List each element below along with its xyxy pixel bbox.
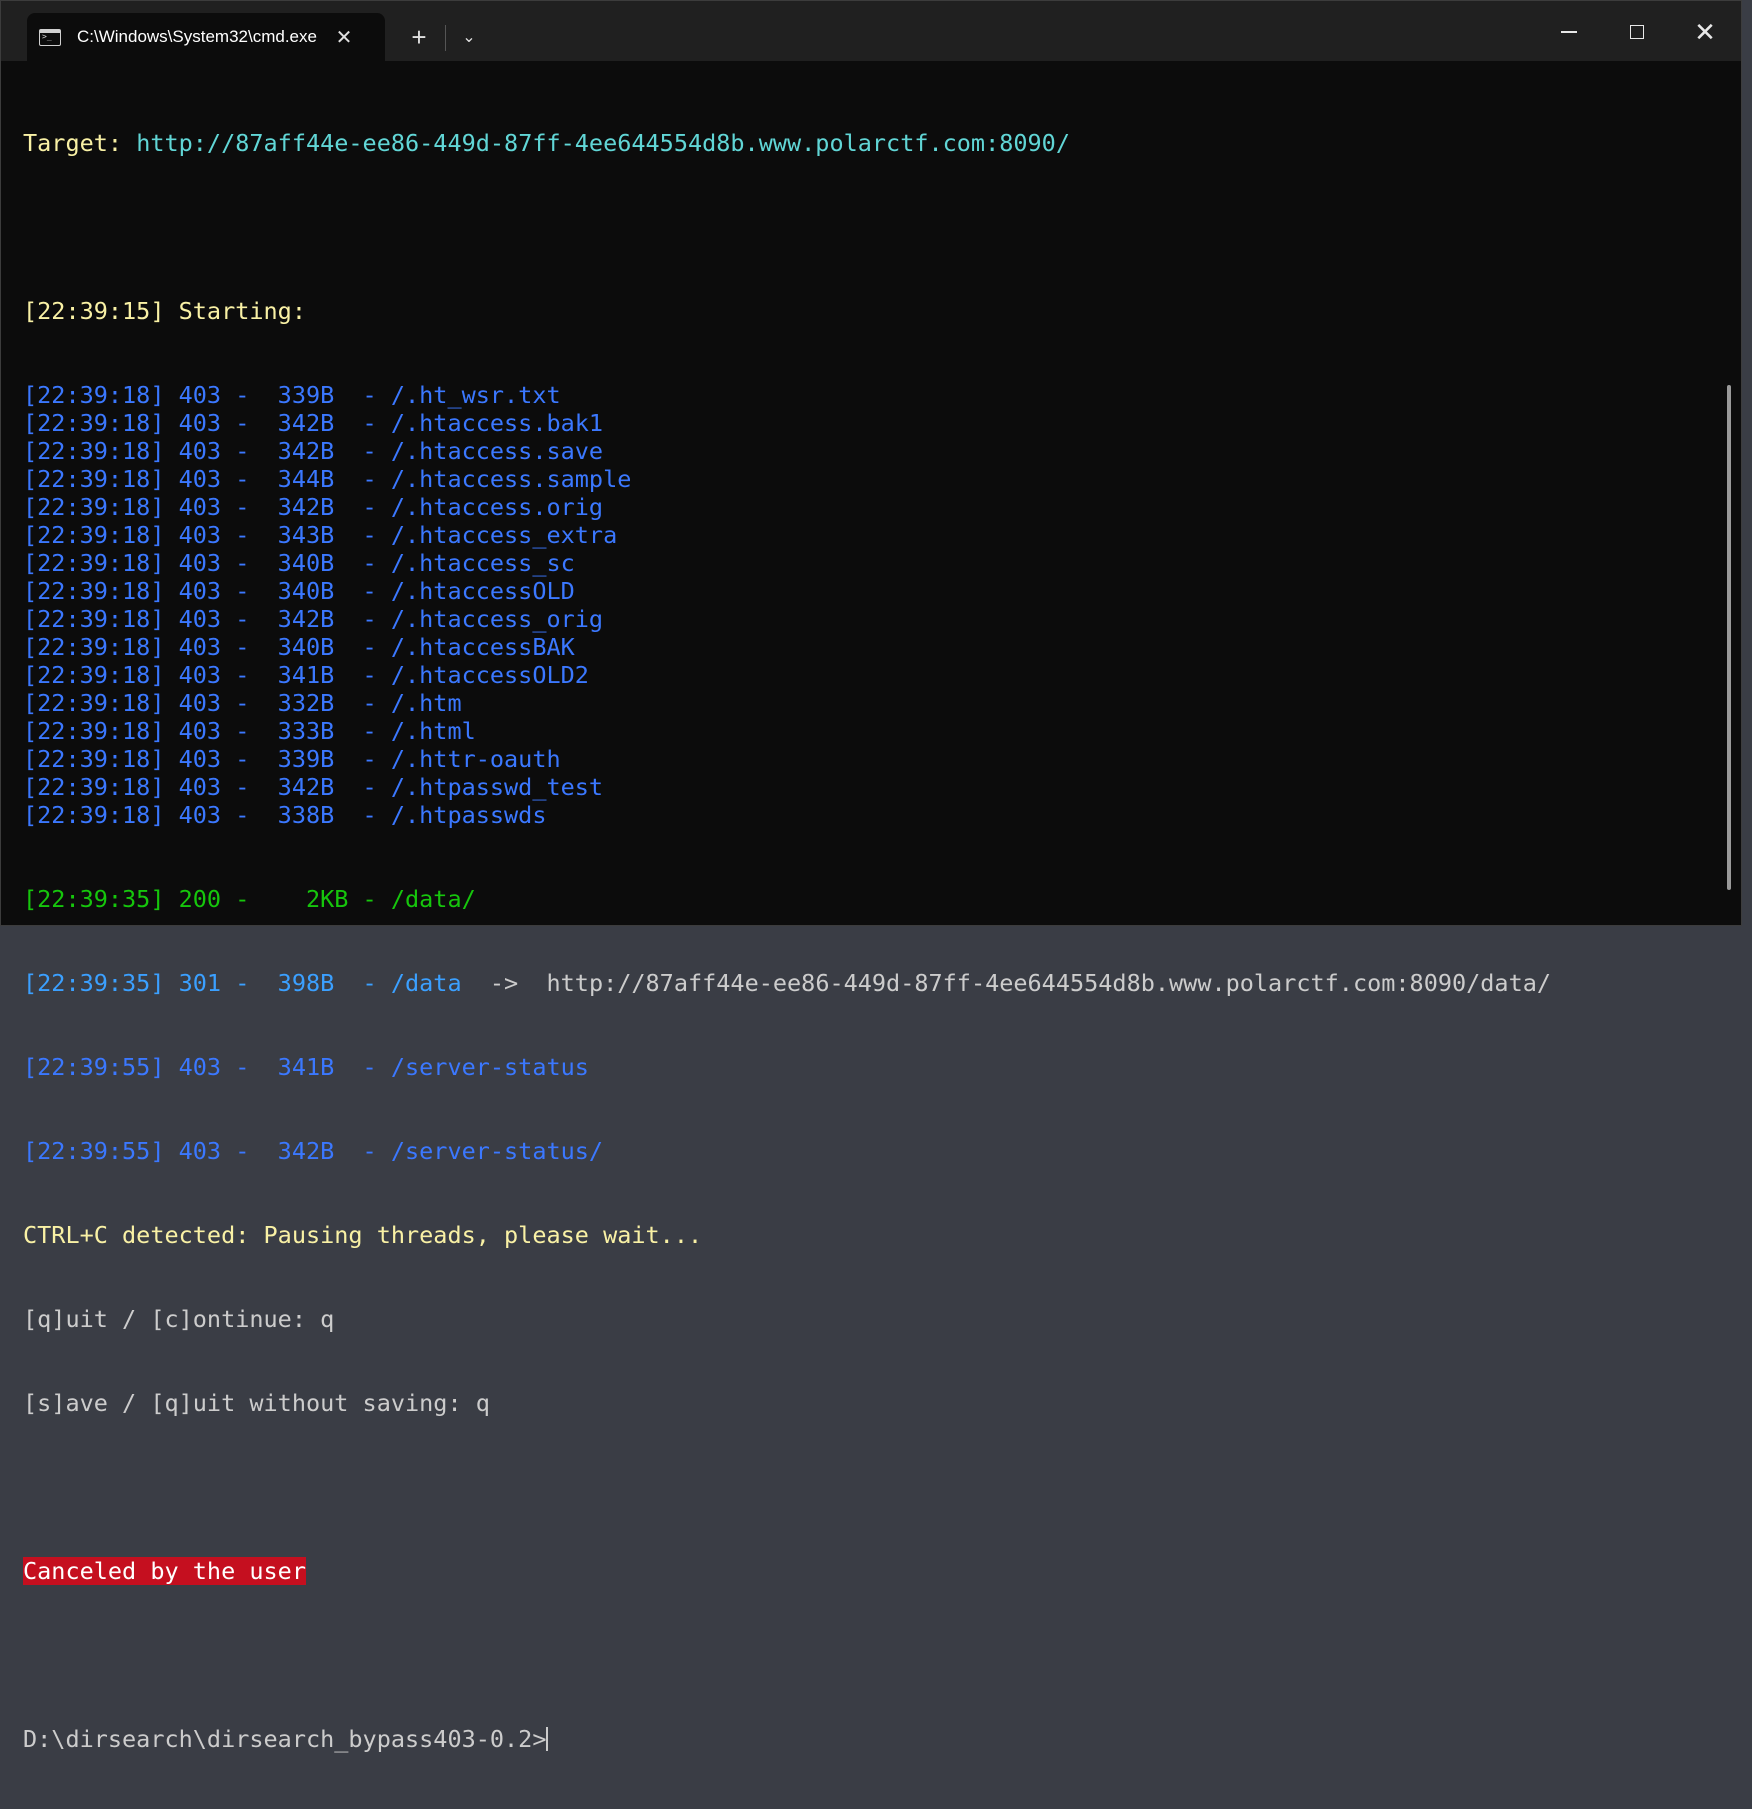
ctrlc-message: CTRL+C detected: Pausing threads, please… <box>23 1221 703 1249</box>
result-line: [22:39:18] 403 - 339B - /.httr-oauth <box>23 745 561 773</box>
tab-close-icon[interactable]: ✕ <box>329 25 359 50</box>
result-line: [22:39:18] 403 - 342B - /.htaccess.bak1 <box>23 409 604 437</box>
result-line: [22:39:18] 403 - 342B - /.htaccess.save <box>23 437 604 465</box>
result-line: [22:39:18] 403 - 342B - /.htpasswd_test <box>23 773 604 801</box>
result-line: [22:39:18] 403 - 342B - /.htaccess.orig <box>23 493 604 521</box>
save-prompt: [s]ave / [q]uit without saving: q <box>23 1389 490 1417</box>
target-line: Target: http://87aff44e-ee86-449d-87ff-4… <box>23 129 1723 157</box>
result-line: [22:39:55] 403 - 342B - /server-status/ <box>23 1137 604 1165</box>
result-line: [22:39:18] 403 - 340B - /.htaccess_sc <box>23 549 575 577</box>
result-line: [22:39:18] 403 - 333B - /.html <box>23 717 476 745</box>
canceled-message: Canceled by the user <box>23 1557 306 1585</box>
result-line: [22:39:18] 403 - 338B - /.htpasswds <box>23 801 547 829</box>
terminal-window: C:\Windows\System32\cmd.exe ✕ + ⌄ ✕ Targ… <box>0 0 1742 1753</box>
result-line: [22:39:18] 403 - 343B - /.htaccess_extra <box>23 521 618 549</box>
redirect-line: [22:39:35] 301 - 398B - /data <box>23 969 462 997</box>
result-line: [22:39:18] 403 - 332B - /.htm <box>23 689 462 717</box>
new-tab-button[interactable]: + <box>403 17 435 57</box>
redirect-arrow: -> <box>461 969 547 997</box>
result-line-200: [22:39:35] 200 - 2KB - /data/ <box>23 885 476 913</box>
terminal-icon <box>39 28 61 46</box>
maximize-icon <box>1630 24 1644 39</box>
minimize-button[interactable] <box>1535 9 1603 55</box>
redirect-target: http://87aff44e-ee86-449d-87ff-4ee644554… <box>546 969 1552 997</box>
result-line: [22:39:18] 403 - 341B - /.htaccessOLD2 <box>23 661 589 689</box>
close-button[interactable]: ✕ <box>1671 9 1739 55</box>
command-prompt-line[interactable]: D:\dirsearch\dirsearch_bypass403-0.2> <box>23 1725 1723 1753</box>
target-url: http://87aff44e-ee86-449d-87ff-4ee644554… <box>136 129 1070 157</box>
maximize-button[interactable] <box>1603 9 1671 55</box>
result-line: [22:39:18] 403 - 342B - /.htaccess_orig <box>23 605 604 633</box>
title-bar: C:\Windows\System32\cmd.exe ✕ + ⌄ ✕ <box>1 1 1741 61</box>
result-line: [22:39:18] 403 - 344B - /.htaccess.sampl… <box>23 465 632 493</box>
target-label: Target: <box>23 129 137 157</box>
chevron-down-icon[interactable]: ⌄ <box>453 17 485 57</box>
tab-separator <box>445 25 446 51</box>
results-list: [22:39:18] 403 - 339B - /.ht_wsr.txt [22:… <box>23 381 1723 829</box>
result-line: [22:39:18] 403 - 339B - /.ht_wsr.txt <box>23 381 561 409</box>
scrollbar[interactable] <box>1727 385 1731 890</box>
minimize-icon <box>1561 31 1577 33</box>
starting-line: [22:39:15] Starting: <box>23 297 306 325</box>
command-prompt: D:\dirsearch\dirsearch_bypass403-0.2> <box>23 1725 547 1753</box>
text-cursor <box>546 1727 549 1751</box>
tab-cmd[interactable]: C:\Windows\System32\cmd.exe ✕ <box>27 13 385 61</box>
quit-prompt: [q]uit / [c]ontinue: q <box>23 1305 335 1333</box>
result-line: [22:39:18] 403 - 340B - /.htaccessBAK <box>23 633 575 661</box>
result-line: [22:39:55] 403 - 341B - /server-status <box>23 1053 589 1081</box>
result-line: [22:39:18] 403 - 340B - /.htaccessOLD <box>23 577 575 605</box>
tab-title: C:\Windows\System32\cmd.exe <box>77 27 317 46</box>
result-line-301: [22:39:35] 301 - 398B - /data -> http://… <box>23 969 1723 997</box>
terminal-output[interactable]: Target: http://87aff44e-ee86-449d-87ff-4… <box>23 73 1723 1753</box>
